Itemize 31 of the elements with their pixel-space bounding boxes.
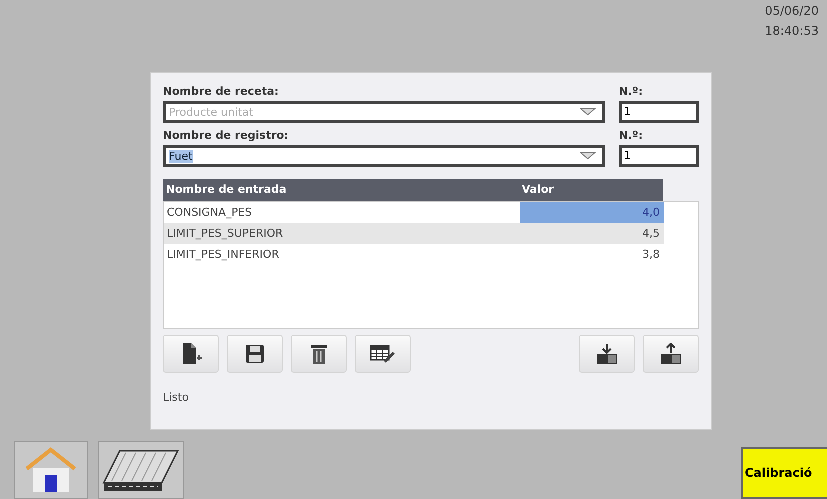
conveyor-button[interactable] — [98, 441, 184, 499]
chevron-down-icon — [580, 108, 596, 116]
add-record-button[interactable] — [163, 335, 219, 373]
recipe-name-label: Nombre de receta: — [163, 84, 280, 100]
date-text: 05/06/20 — [765, 4, 819, 18]
table-cell-text: LIMIT_PES_INFERIOR — [166, 247, 280, 263]
save-button[interactable] — [227, 335, 283, 373]
record-name-label: Nombre de registro: — [163, 128, 290, 144]
record-number-field[interactable]: 1 — [619, 145, 699, 167]
record-name-dropdown[interactable]: Fuet — [163, 145, 605, 167]
table-cell-text: CONSIGNA_PES — [166, 205, 254, 221]
calibration-button[interactable]: Calibració — [741, 447, 827, 499]
load-to-plc-button[interactable] — [579, 335, 635, 373]
chevron-down-icon — [580, 152, 596, 160]
column-header: Valor — [521, 182, 556, 198]
recipe-number-label: N.º: — [619, 84, 644, 100]
table-cell[interactable]: 4,0 — [520, 202, 664, 223]
read-from-plc-button[interactable] — [643, 335, 699, 373]
status-text: Listo — [163, 391, 190, 404]
record-number-label: N.º: — [619, 128, 644, 144]
column-header: Nombre de entrada — [165, 182, 288, 198]
home-button[interactable] — [14, 441, 88, 499]
delete-button[interactable] — [291, 335, 347, 373]
house-icon — [23, 447, 79, 493]
table-cell[interactable]: 4,5 — [520, 223, 664, 244]
edit-table-button[interactable] — [355, 335, 411, 373]
table-cell[interactable]: 3,8 — [520, 244, 664, 265]
table-edit-icon — [369, 343, 397, 365]
trash-icon — [309, 342, 329, 366]
table-cell-text: LIMIT_PES_SUPERIOR — [166, 226, 284, 242]
time-text: 18:40:53 — [765, 24, 819, 38]
